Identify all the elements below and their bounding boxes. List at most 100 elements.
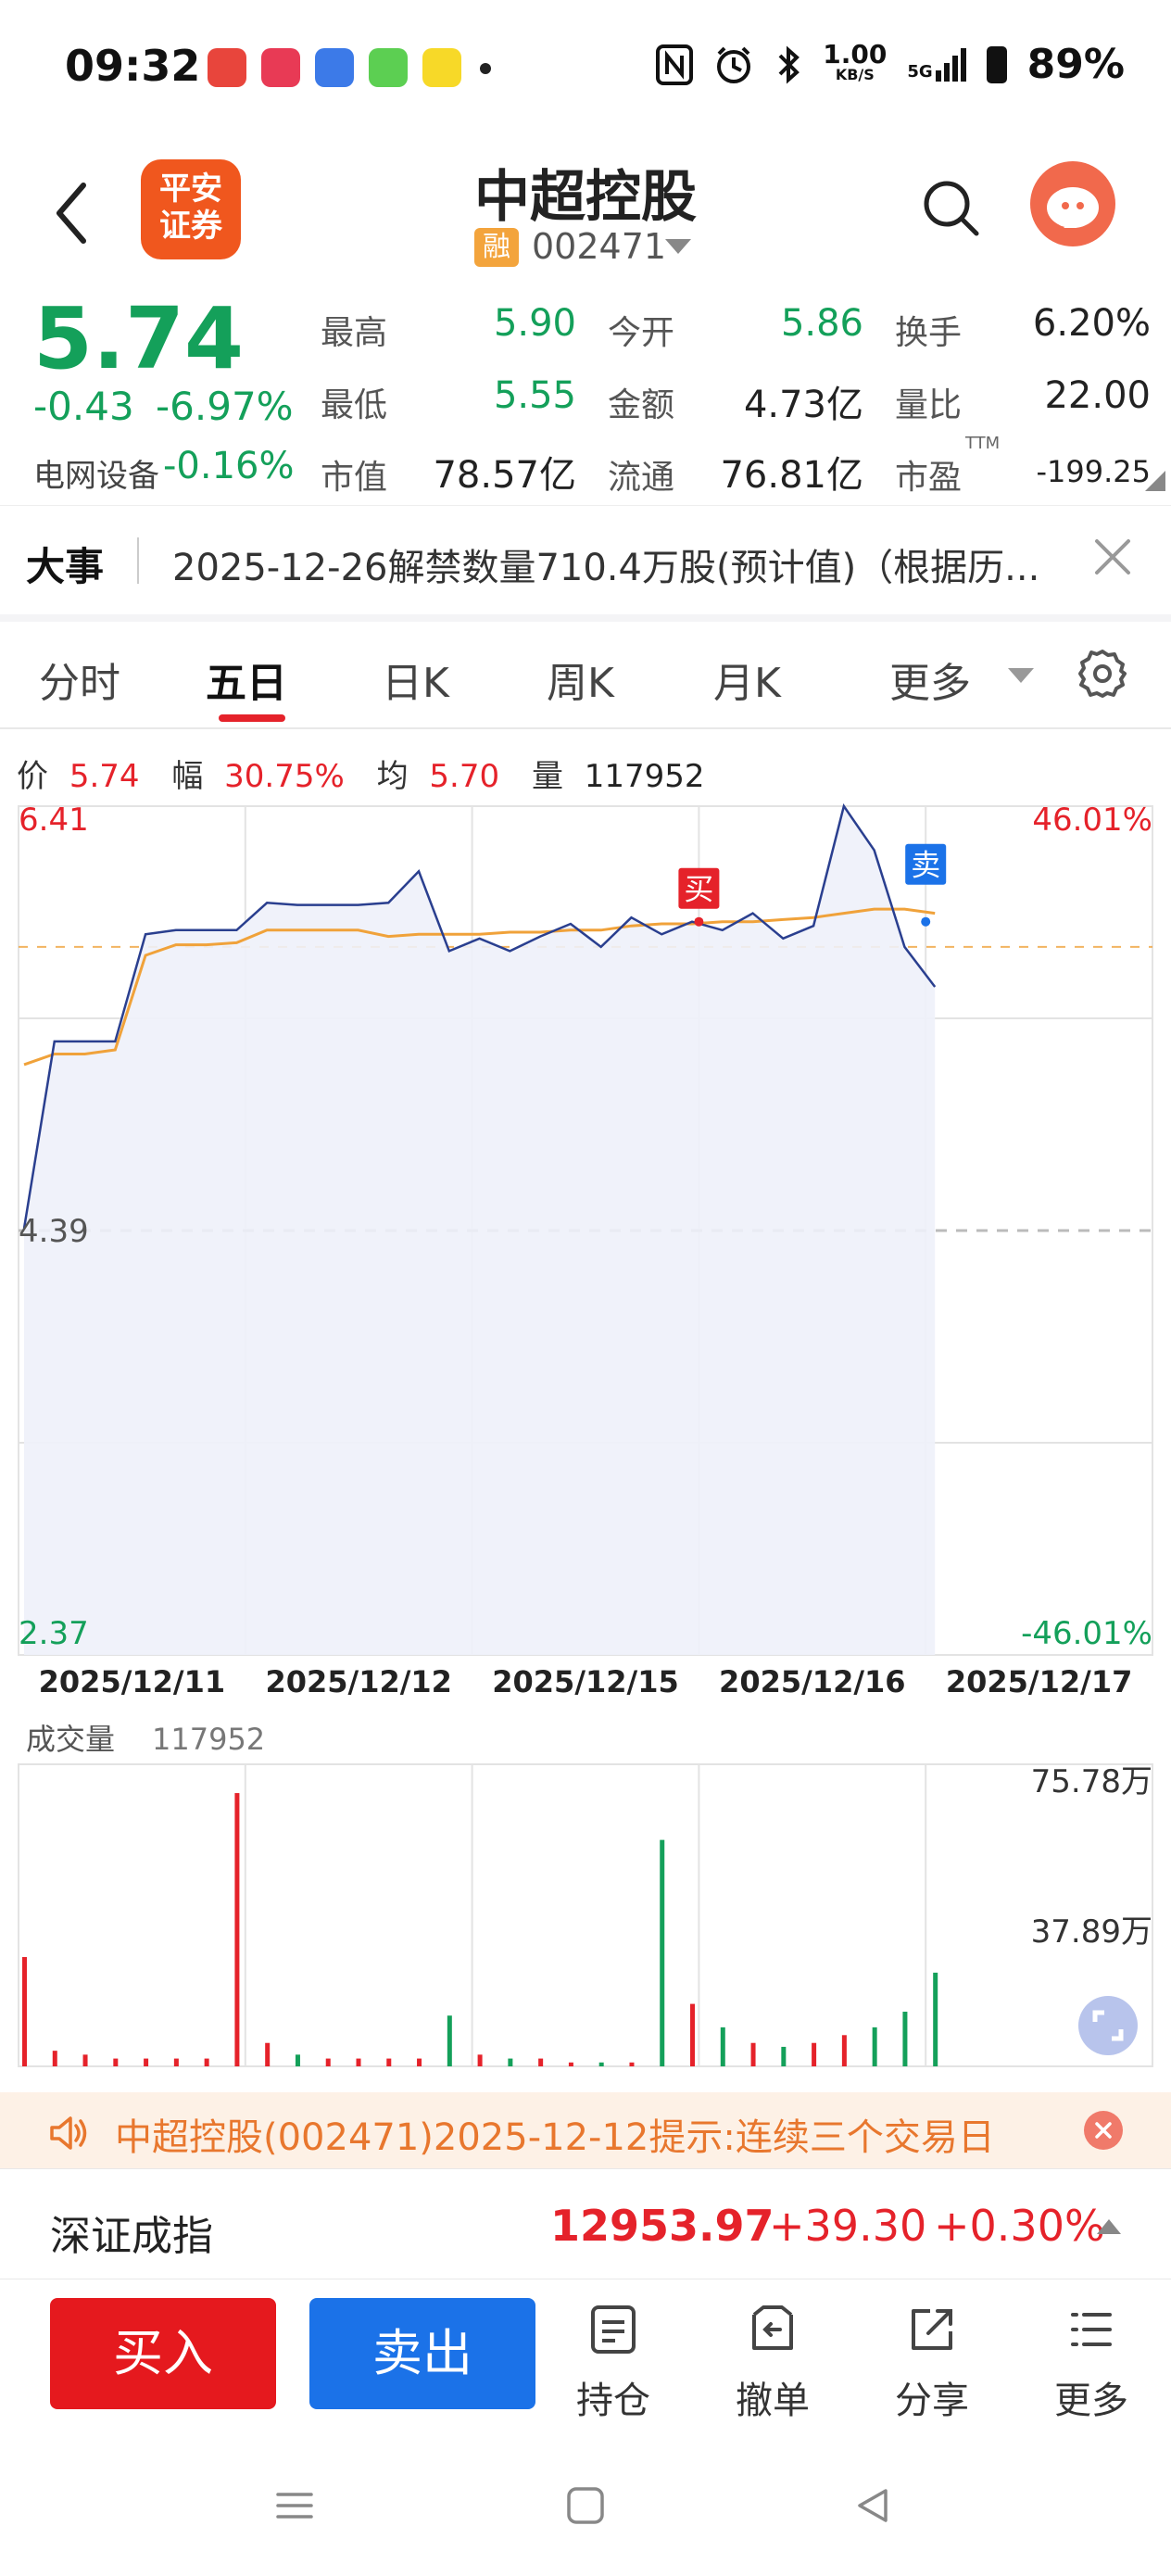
x-tick-label: 2025/12/17	[946, 1664, 1133, 1699]
volume-bar	[234, 1793, 240, 2066]
status-time: 09:32	[65, 41, 201, 91]
events-bar[interactable]: 大事 2025-12-26解禁数量710.4万股(预计值)（根据历...	[0, 505, 1171, 614]
volume-bar	[933, 1972, 938, 2066]
index-bar[interactable]: 深证成指 12953.97 +39.30 +0.30%	[0, 2168, 1171, 2279]
x-axis-labels: 2025/12/11 2025/12/12 2025/12/15 2025/12/16…	[39, 1664, 1133, 1699]
volume-total: 117952	[152, 1722, 265, 1757]
messages-icon	[369, 48, 408, 87]
chevron-down-icon[interactable]	[665, 239, 691, 254]
field-label: 今开	[608, 314, 675, 352]
y-top-label: 6.41	[19, 802, 89, 839]
volume-bar	[750, 2042, 756, 2066]
positions-label: 持仓	[576, 2380, 650, 2422]
tab-more[interactable]: 更多	[889, 650, 971, 709]
chevron-up-icon[interactable]	[1097, 2219, 1121, 2234]
cancel-order-label: 撤单	[736, 2380, 810, 2422]
five-day-chart[interactable]: 6.41 4.39 2.37 46.01% -46.01% 2025/12/11…	[0, 797, 1171, 2076]
app-notification-icon	[261, 48, 300, 87]
volume-bar	[841, 2035, 847, 2066]
amplitude-value: 30.75%	[224, 758, 345, 795]
sector-change-pct: -0.16%	[163, 445, 295, 487]
index-change: +39.30	[769, 2201, 927, 2251]
y-mid-label: 4.39	[19, 1213, 89, 1250]
field-label: 市盈	[895, 459, 963, 497]
recent-apps-icon[interactable]	[272, 2483, 317, 2528]
buy-button[interactable]: 买入	[50, 2298, 276, 2409]
volume-bar	[690, 2003, 696, 2066]
notice-banner[interactable]: 中超控股(002471)2025-12-12提示:连续三个交易日	[0, 2092, 1171, 2168]
divider	[137, 537, 139, 584]
y-bottom-label: 2.37	[19, 1615, 89, 1652]
margin-badge: 融	[474, 228, 519, 267]
field-label: 换手	[895, 314, 963, 352]
close-icon[interactable]	[1089, 534, 1136, 580]
back-nav-icon[interactable]	[850, 2483, 895, 2528]
sector-name[interactable]: 电网设备	[33, 450, 159, 496]
volume-bar	[173, 2058, 179, 2066]
chevron-down-icon[interactable]	[1008, 668, 1034, 683]
cancel-order-icon	[752, 2305, 793, 2350]
share-button[interactable]: 分享	[876, 2302, 988, 2424]
volume-bar	[508, 2058, 513, 2066]
gear-icon[interactable]	[1077, 648, 1128, 700]
volume-bar	[144, 2058, 149, 2066]
close-icon[interactable]	[1084, 2111, 1123, 2150]
expand-corner-icon[interactable]	[1145, 471, 1165, 491]
positions-button[interactable]: 持仓	[558, 2302, 669, 2424]
tab-weekly-k[interactable]: 周K	[547, 650, 614, 709]
app-notification-icon	[315, 48, 354, 87]
volume-mid-label: 37.89万	[1031, 1913, 1152, 1951]
volume-grid	[18, 1763, 1153, 2067]
volume-bar	[295, 2054, 300, 2066]
app-notification-icon	[208, 48, 246, 87]
volume-bar	[477, 2054, 483, 2066]
volume-title: 成交量	[26, 1722, 115, 1757]
average-value: 5.70	[429, 758, 500, 795]
nfc-icon	[656, 44, 694, 85]
volume-bar	[812, 2042, 817, 2066]
volume-bar	[265, 2042, 271, 2066]
x-tick-label: 2025/12/11	[39, 1664, 226, 1699]
volume-bar	[386, 2058, 392, 2066]
tab-daily-k[interactable]: 日K	[382, 650, 449, 709]
events-text[interactable]: 2025-12-26解禁数量710.4万股(预计值)（根据历...	[172, 537, 1080, 591]
fullscreen-button[interactable]	[1078, 1996, 1138, 2055]
stock-code[interactable]: 002471	[532, 226, 666, 267]
stock-name: 中超控股	[474, 165, 697, 230]
volume-bar	[356, 2058, 361, 2066]
price-label: 价	[17, 758, 48, 795]
volume-bar	[660, 1839, 665, 2066]
volume-bar	[325, 2058, 331, 2066]
header: 平安 证券 中超控股 融 002471	[0, 139, 1171, 287]
more-label: 更多	[1054, 2380, 1128, 2422]
home-icon[interactable]	[563, 2483, 608, 2528]
more-button[interactable]: 更多	[1036, 2302, 1147, 2424]
share-label: 分享	[895, 2380, 969, 2422]
volume-bar	[22, 1957, 27, 2066]
sell-button[interactable]: 卖出	[309, 2298, 535, 2409]
volume-section: 成交量 117952 75.78万 37.89万	[26, 1722, 1152, 1951]
volume-border	[18, 1763, 1153, 2067]
notice-text[interactable]: 中超控股(002471)2025-12-12提示:连续三个交易日	[115, 2107, 995, 2161]
action-bar: 买入 卖出 持仓 撤单 分享 更多	[0, 2279, 1171, 2428]
volume-bar	[113, 2058, 119, 2066]
field-value: -199.25	[1036, 454, 1151, 489]
volume-bar	[902, 2012, 908, 2066]
volume-bar	[720, 2027, 725, 2066]
x-tick-label: 2025/12/15	[492, 1664, 679, 1699]
volume-bar	[872, 2027, 877, 2066]
tab-monthly-k[interactable]: 月K	[713, 650, 781, 709]
chat-bot-icon	[1047, 187, 1099, 228]
alarm-icon	[717, 46, 751, 83]
tab-five-day[interactable]: 五日	[206, 650, 287, 709]
assistant-avatar[interactable]	[1030, 161, 1115, 246]
price-value: 5.74	[69, 758, 140, 795]
tab-intraday[interactable]: 分时	[39, 650, 120, 709]
index-value: 12953.97	[550, 2201, 774, 2251]
field-label: 市值	[321, 459, 388, 497]
menu-icon	[1071, 2313, 1112, 2346]
active-tab-indicator	[219, 714, 285, 722]
field-label: 金额	[608, 386, 675, 424]
cancel-order-button[interactable]: 撤单	[717, 2302, 828, 2424]
search-icon[interactable]	[919, 176, 984, 241]
